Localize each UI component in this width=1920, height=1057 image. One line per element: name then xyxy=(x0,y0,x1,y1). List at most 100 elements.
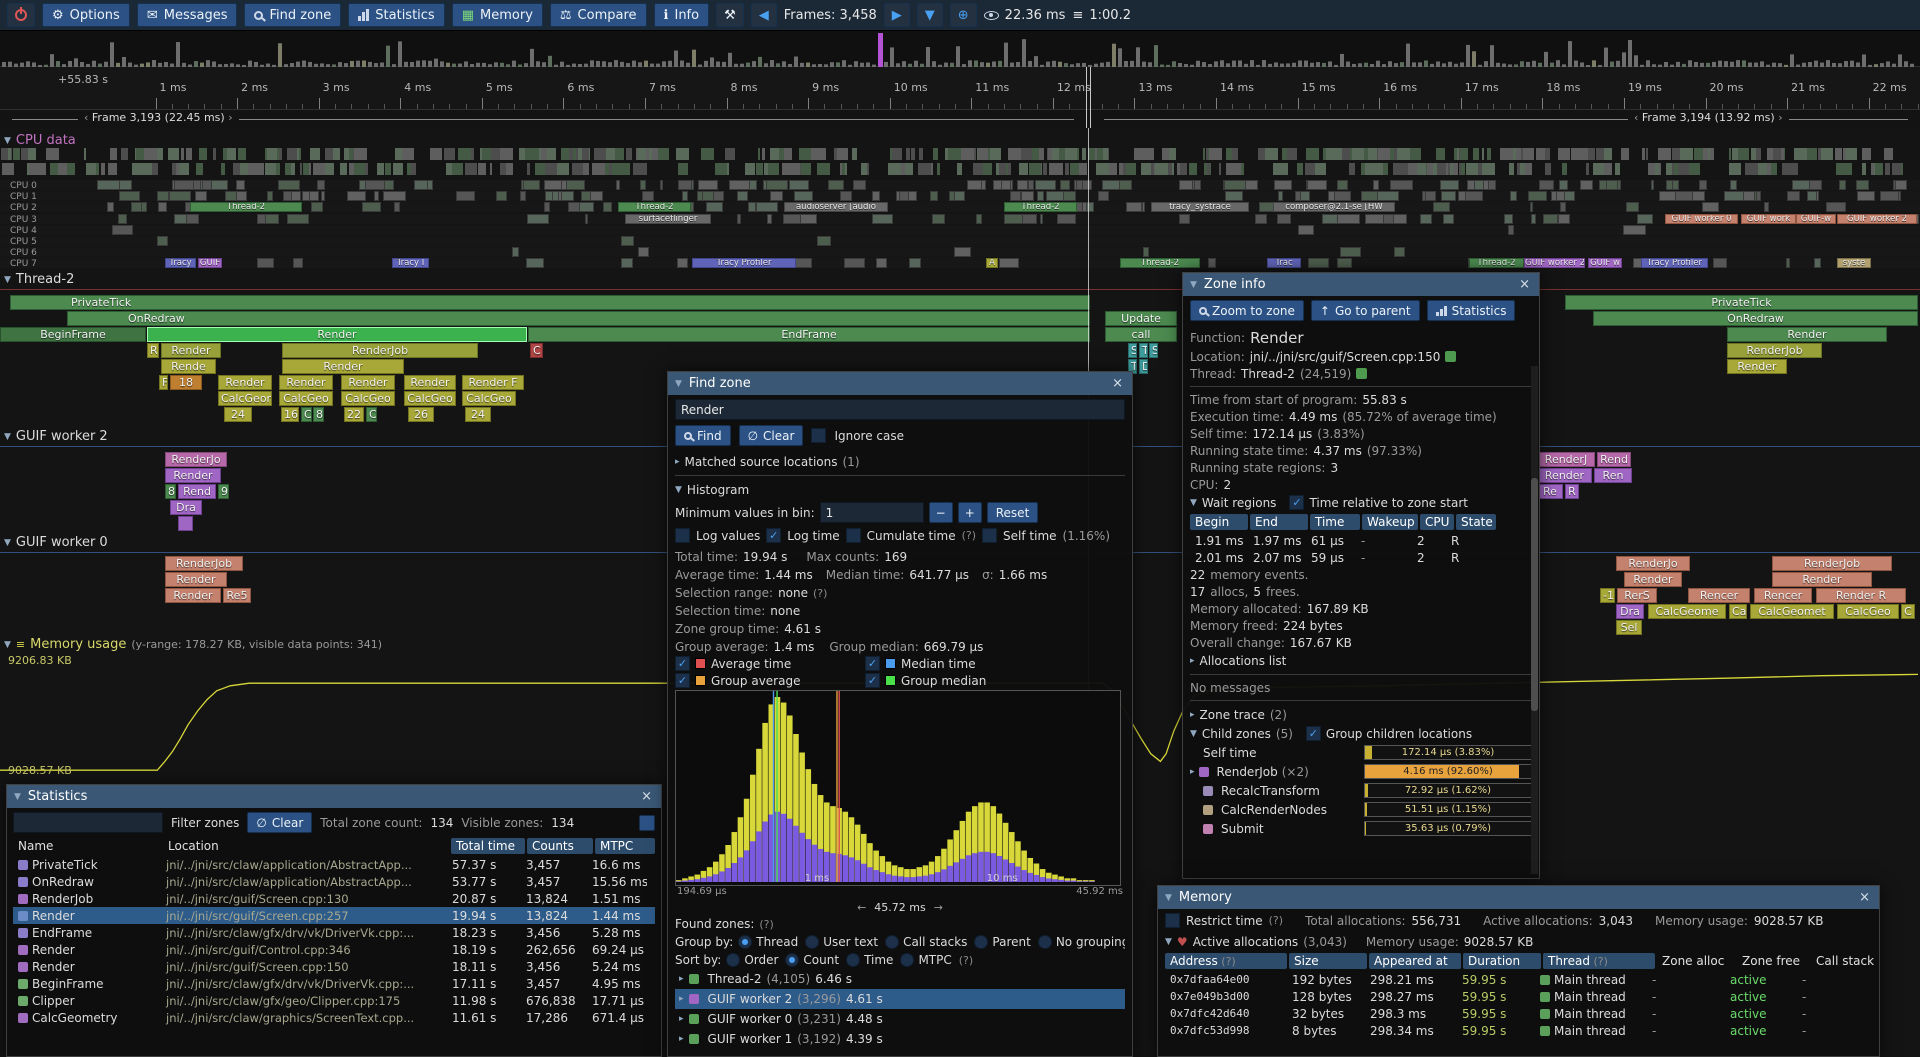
source-file-icon[interactable] xyxy=(1445,351,1456,362)
zone-info-window-titlebar[interactable]: ▼ Zone info × xyxy=(1183,273,1539,296)
cpu-zone[interactable] xyxy=(585,214,588,224)
zone[interactable]: C xyxy=(366,407,377,422)
cpu-zone[interactable] xyxy=(1560,202,1566,212)
zone[interactable]: Thread-2 xyxy=(1469,258,1524,268)
cpu-zone[interactable] xyxy=(1300,191,1310,201)
zone[interactable]: Render xyxy=(1537,468,1592,483)
zone[interactable]: Render xyxy=(165,468,221,483)
zone[interactable]: Dra xyxy=(170,500,202,515)
legend-checkbox[interactable] xyxy=(675,656,690,671)
group-children-checkbox[interactable] xyxy=(1306,726,1321,741)
cpu-zone[interactable] xyxy=(706,202,723,212)
increase-bin-button[interactable]: + xyxy=(958,502,982,523)
cpu-zone[interactable] xyxy=(677,258,688,268)
time-ruler[interactable]: +55.83 s1 ms2 ms3 ms4 ms5 ms6 ms7 ms8 ms… xyxy=(0,67,1920,110)
cpu-data-header[interactable]: ▼CPU data xyxy=(4,133,76,148)
cpu-zone[interactable] xyxy=(1224,180,1247,190)
cpu-zone[interactable] xyxy=(1543,214,1558,224)
found-zone-group[interactable]: ▸GUIF worker 2(3,296)4.61 s xyxy=(675,989,1125,1009)
cpu-zone[interactable] xyxy=(1037,191,1044,201)
cpu-zone[interactable] xyxy=(1743,191,1756,201)
column-header[interactable]: CPU xyxy=(1420,514,1454,530)
cpu-zone[interactable] xyxy=(1337,214,1360,224)
collapse-icon[interactable]: ▼ xyxy=(1190,280,1197,290)
ignore-case-checkbox[interactable] xyxy=(811,428,826,443)
zone[interactable]: 24 xyxy=(465,407,491,422)
cpu-zone[interactable] xyxy=(1531,214,1536,224)
table-row[interactable]: CalcGeometryjni/../jni/src/claw/graphics… xyxy=(13,1009,655,1026)
cpu-zone[interactable] xyxy=(1046,191,1064,201)
cpu-zone[interactable] xyxy=(621,236,635,246)
cpu-zone[interactable] xyxy=(789,180,808,190)
zone[interactable]: composer@2.1-se [HW xyxy=(1273,202,1395,212)
found-zone-group[interactable]: ▸GUIF worker 1(3,192)4.39 s xyxy=(675,1029,1125,1049)
relative-time-checkbox[interactable] xyxy=(1289,495,1304,510)
zone[interactable]: Tracy Profiler xyxy=(692,258,796,268)
zone[interactable] xyxy=(178,516,193,531)
cpu-zone[interactable] xyxy=(1377,191,1399,201)
memory-window-titlebar[interactable]: ▼ Memory × xyxy=(1158,886,1879,909)
group-by-option[interactable]: No grouping xyxy=(1038,935,1125,949)
zone[interactable]: Render F xyxy=(462,375,524,390)
cpu-zone[interactable] xyxy=(817,236,831,246)
zone[interactable]: Update xyxy=(1105,311,1177,326)
cpu-zone[interactable] xyxy=(1179,180,1192,190)
zone[interactable]: RenderJo xyxy=(1616,556,1690,571)
table-row[interactable]: PrivateTickjni/../jni/src/claw/applicati… xyxy=(13,856,655,873)
column-header[interactable]: MTPC xyxy=(595,838,655,854)
zone[interactable]: 16 xyxy=(281,407,299,422)
cpu-zone[interactable] xyxy=(954,191,965,201)
cpu-zone[interactable] xyxy=(698,180,718,190)
next-frame-button[interactable]: ▶ xyxy=(884,3,910,27)
cpu-zone[interactable] xyxy=(558,191,562,201)
zone[interactable]: Rencer xyxy=(1688,588,1750,603)
cpu-zone[interactable] xyxy=(1528,191,1548,201)
cpu-zone[interactable] xyxy=(1308,258,1328,268)
cpu-zone[interactable] xyxy=(1225,191,1243,201)
cpu-zone[interactable] xyxy=(119,191,141,201)
cpu-zone[interactable] xyxy=(1558,214,1570,224)
cumulate-time-checkbox[interactable] xyxy=(846,528,861,543)
zone[interactable]: Render xyxy=(1772,572,1872,587)
frame-timeline-strip[interactable] xyxy=(0,31,1920,67)
zone[interactable]: GUIF worker 0 xyxy=(1665,214,1738,224)
column-header[interactable]: Wakeup xyxy=(1362,514,1418,530)
zone[interactable]: call xyxy=(1105,327,1177,342)
cpu-zone[interactable] xyxy=(621,258,633,268)
zone[interactable]: Thread-2 xyxy=(1120,258,1200,268)
cpu-zone[interactable] xyxy=(362,202,382,212)
found-zone-group[interactable]: ▸Thread-2(4,105)6.46 s xyxy=(675,969,1125,989)
cpu-zone[interactable] xyxy=(638,247,649,257)
statistics-button[interactable]: Statistics xyxy=(1427,300,1516,321)
zone[interactable]: Rend xyxy=(178,484,216,499)
cpu-zone[interactable] xyxy=(257,258,274,268)
close-icon[interactable]: × xyxy=(1517,277,1532,292)
memory-usage-header[interactable]: ▼≡Memory usage(y-range: 178.27 KB, visib… xyxy=(4,637,382,652)
cpu-zone[interactable] xyxy=(383,191,406,201)
cpu-zone[interactable] xyxy=(1194,180,1201,190)
child-zone-row[interactable]: Submit35.63 μs (0.79%) xyxy=(1190,819,1532,838)
close-icon[interactable]: × xyxy=(1110,376,1125,391)
cpu-zone[interactable] xyxy=(1826,202,1846,212)
zone[interactable]: GUIF-w xyxy=(1796,214,1836,224)
scrollbar-thumb[interactable] xyxy=(1531,478,1538,712)
cpu-zone[interactable] xyxy=(1551,191,1556,201)
cpu-zone[interactable] xyxy=(1465,191,1482,201)
cpu-zone[interactable] xyxy=(642,191,655,201)
zone[interactable]: Render xyxy=(165,572,227,587)
column-header[interactable]: State xyxy=(1456,514,1496,530)
cpu-zone[interactable] xyxy=(603,202,612,212)
cpu-zone[interactable] xyxy=(1179,214,1190,224)
cpu-zone[interactable] xyxy=(527,214,549,224)
cpu-zone[interactable] xyxy=(660,180,664,190)
zone[interactable]: 18 xyxy=(170,375,202,390)
column-header[interactable]: Counts xyxy=(527,838,593,854)
cpu-zone[interactable] xyxy=(1298,225,1314,235)
zone[interactable]: Render xyxy=(218,375,272,390)
cpu-zone[interactable] xyxy=(1626,202,1639,212)
tools-button[interactable]: ⚒ xyxy=(716,3,744,27)
cpu-zone[interactable] xyxy=(872,214,893,224)
cpu-zone[interactable] xyxy=(1373,180,1379,190)
zone[interactable]: Re5 xyxy=(223,588,251,603)
compare-button[interactable]: ⚖Compare xyxy=(550,3,647,27)
